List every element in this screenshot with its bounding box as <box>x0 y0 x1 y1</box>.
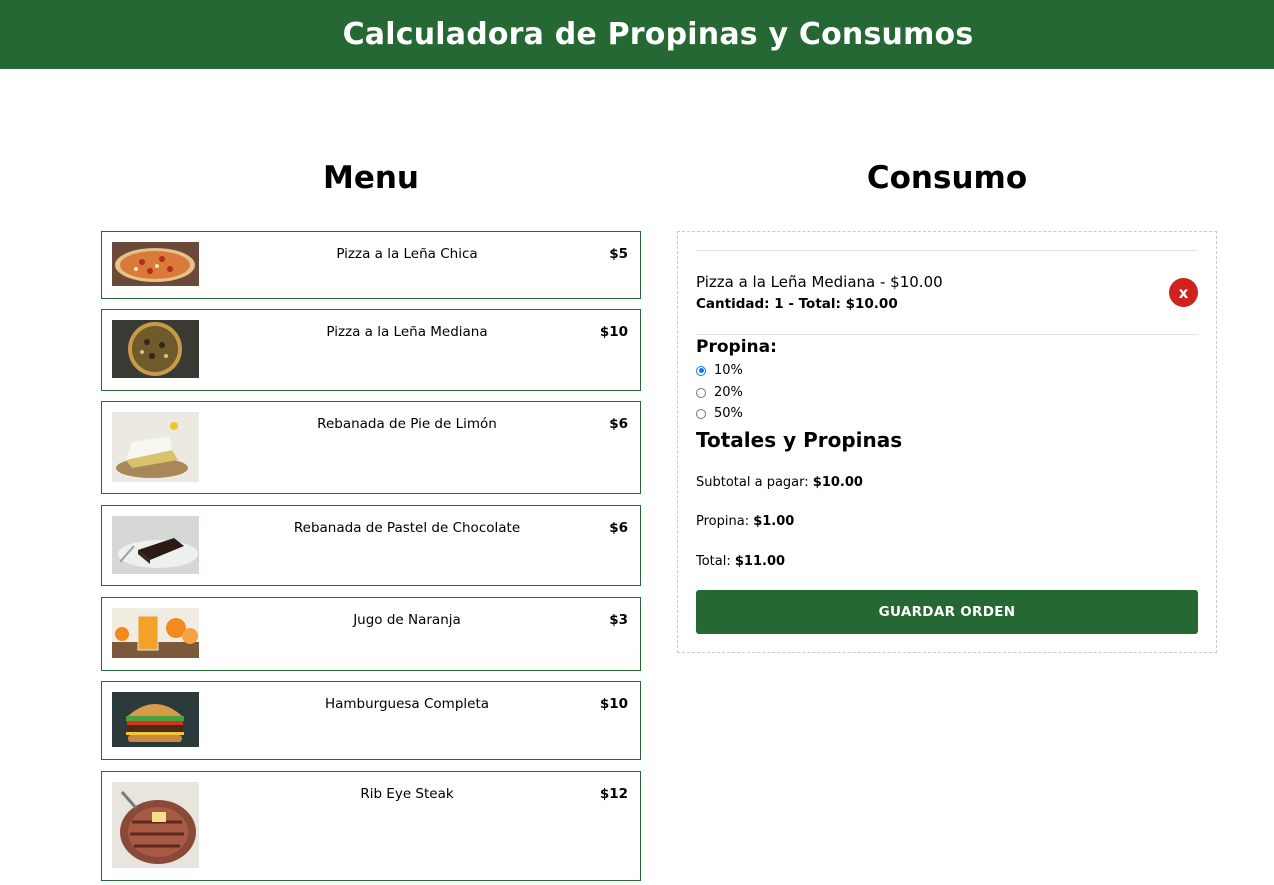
tip-line: Propina: $1.00 <box>696 514 794 529</box>
menu-title: Menu <box>322 160 419 196</box>
menu-item-jugo-naranja[interactable]: Jugo de Naranja $3 <box>101 597 641 671</box>
menu-item-pastel-chocolate[interactable]: Rebanada de Pastel de Chocolate $6 <box>101 505 641 586</box>
menu-item-name: Rib Eye Steak <box>360 786 454 802</box>
total-label: Total: <box>696 554 731 569</box>
burger-image <box>112 692 199 747</box>
menu-item-rib-eye[interactable]: Rib Eye Steak $12 <box>101 771 641 881</box>
subtotal-label: Subtotal a pagar: <box>696 475 809 490</box>
save-order-button[interactable]: GUARDAR ORDEN <box>696 590 1198 634</box>
radio-button[interactable] <box>696 387 706 398</box>
menu-item-name: Hamburguesa Completa <box>324 696 490 712</box>
chocolate-cake-image <box>112 516 199 574</box>
total-line: Total: $11.00 <box>696 554 785 569</box>
pizza-image <box>112 242 199 286</box>
tip-option-10[interactable]: 10% <box>696 363 743 378</box>
consumo-title: Consumo <box>866 160 1028 196</box>
menu-item-name: Jugo de Naranja <box>353 612 461 628</box>
menu-item-pizza-mediana[interactable]: Pizza a la Leña Mediana $10 <box>101 309 641 391</box>
consumo-panel: Pizza a la Leña Mediana - $10.00 Cantida… <box>677 231 1217 653</box>
page-title: Calculadora de Propinas y Consumos <box>342 17 974 52</box>
menu-item-price: $10 <box>599 324 628 340</box>
totals-heading: Totales y Propinas <box>696 428 903 452</box>
subtotal-line: Subtotal a pagar: $10.00 <box>696 475 863 490</box>
menu-item-price: $10 <box>599 696 628 712</box>
menu-item-name: Rebanada de Pie de Limón <box>317 416 497 432</box>
menu-item-price: $6 <box>609 416 628 432</box>
menu-item-price: $5 <box>609 246 628 262</box>
divider <box>696 250 1198 251</box>
divider <box>696 334 1198 335</box>
total-value: $11.00 <box>734 554 786 569</box>
tip-label: Propina: <box>696 514 750 529</box>
tip-option-50[interactable]: 50% <box>696 406 743 421</box>
tip-heading: Propina: <box>696 337 777 357</box>
tip-option-label: 50% <box>714 406 743 421</box>
tip-option-label: 20% <box>714 385 743 400</box>
menu-item-price: $3 <box>609 612 628 628</box>
menu-item-pie-limon[interactable]: Rebanada de Pie de Limón $6 <box>101 401 641 494</box>
orange-juice-image <box>112 608 199 658</box>
menu-item-price: $6 <box>609 520 628 536</box>
menu-item-pizza-chica[interactable]: Pizza a la Leña Chica $5 <box>101 231 641 299</box>
remove-item-button[interactable]: x <box>1169 278 1198 307</box>
menu-item-price: $12 <box>599 786 628 802</box>
menu-item-name: Pizza a la Leña Chica <box>336 246 478 262</box>
tip-option-label: 10% <box>714 363 743 378</box>
menu-item-name: Rebanada de Pastel de Chocolate <box>293 520 521 536</box>
subtotal-value: $10.00 <box>812 475 863 490</box>
pizza-image <box>112 320 199 378</box>
menu-item-hamburguesa[interactable]: Hamburguesa Completa $10 <box>101 681 641 760</box>
app-header: Calculadora de Propinas y Consumos <box>0 0 1274 69</box>
tip-value: $1.00 <box>753 514 795 529</box>
tip-option-20[interactable]: 20% <box>696 385 743 400</box>
order-item-quantity: Cantidad: 1 - Total: $10.00 <box>696 296 898 312</box>
lemon-pie-image <box>112 412 199 482</box>
order-item-name: Pizza a la Leña Mediana - $10.00 <box>696 273 943 291</box>
radio-button[interactable] <box>696 365 706 376</box>
menu-item-name: Pizza a la Leña Mediana <box>326 324 488 340</box>
radio-button[interactable] <box>696 408 706 419</box>
steak-image <box>112 782 199 868</box>
